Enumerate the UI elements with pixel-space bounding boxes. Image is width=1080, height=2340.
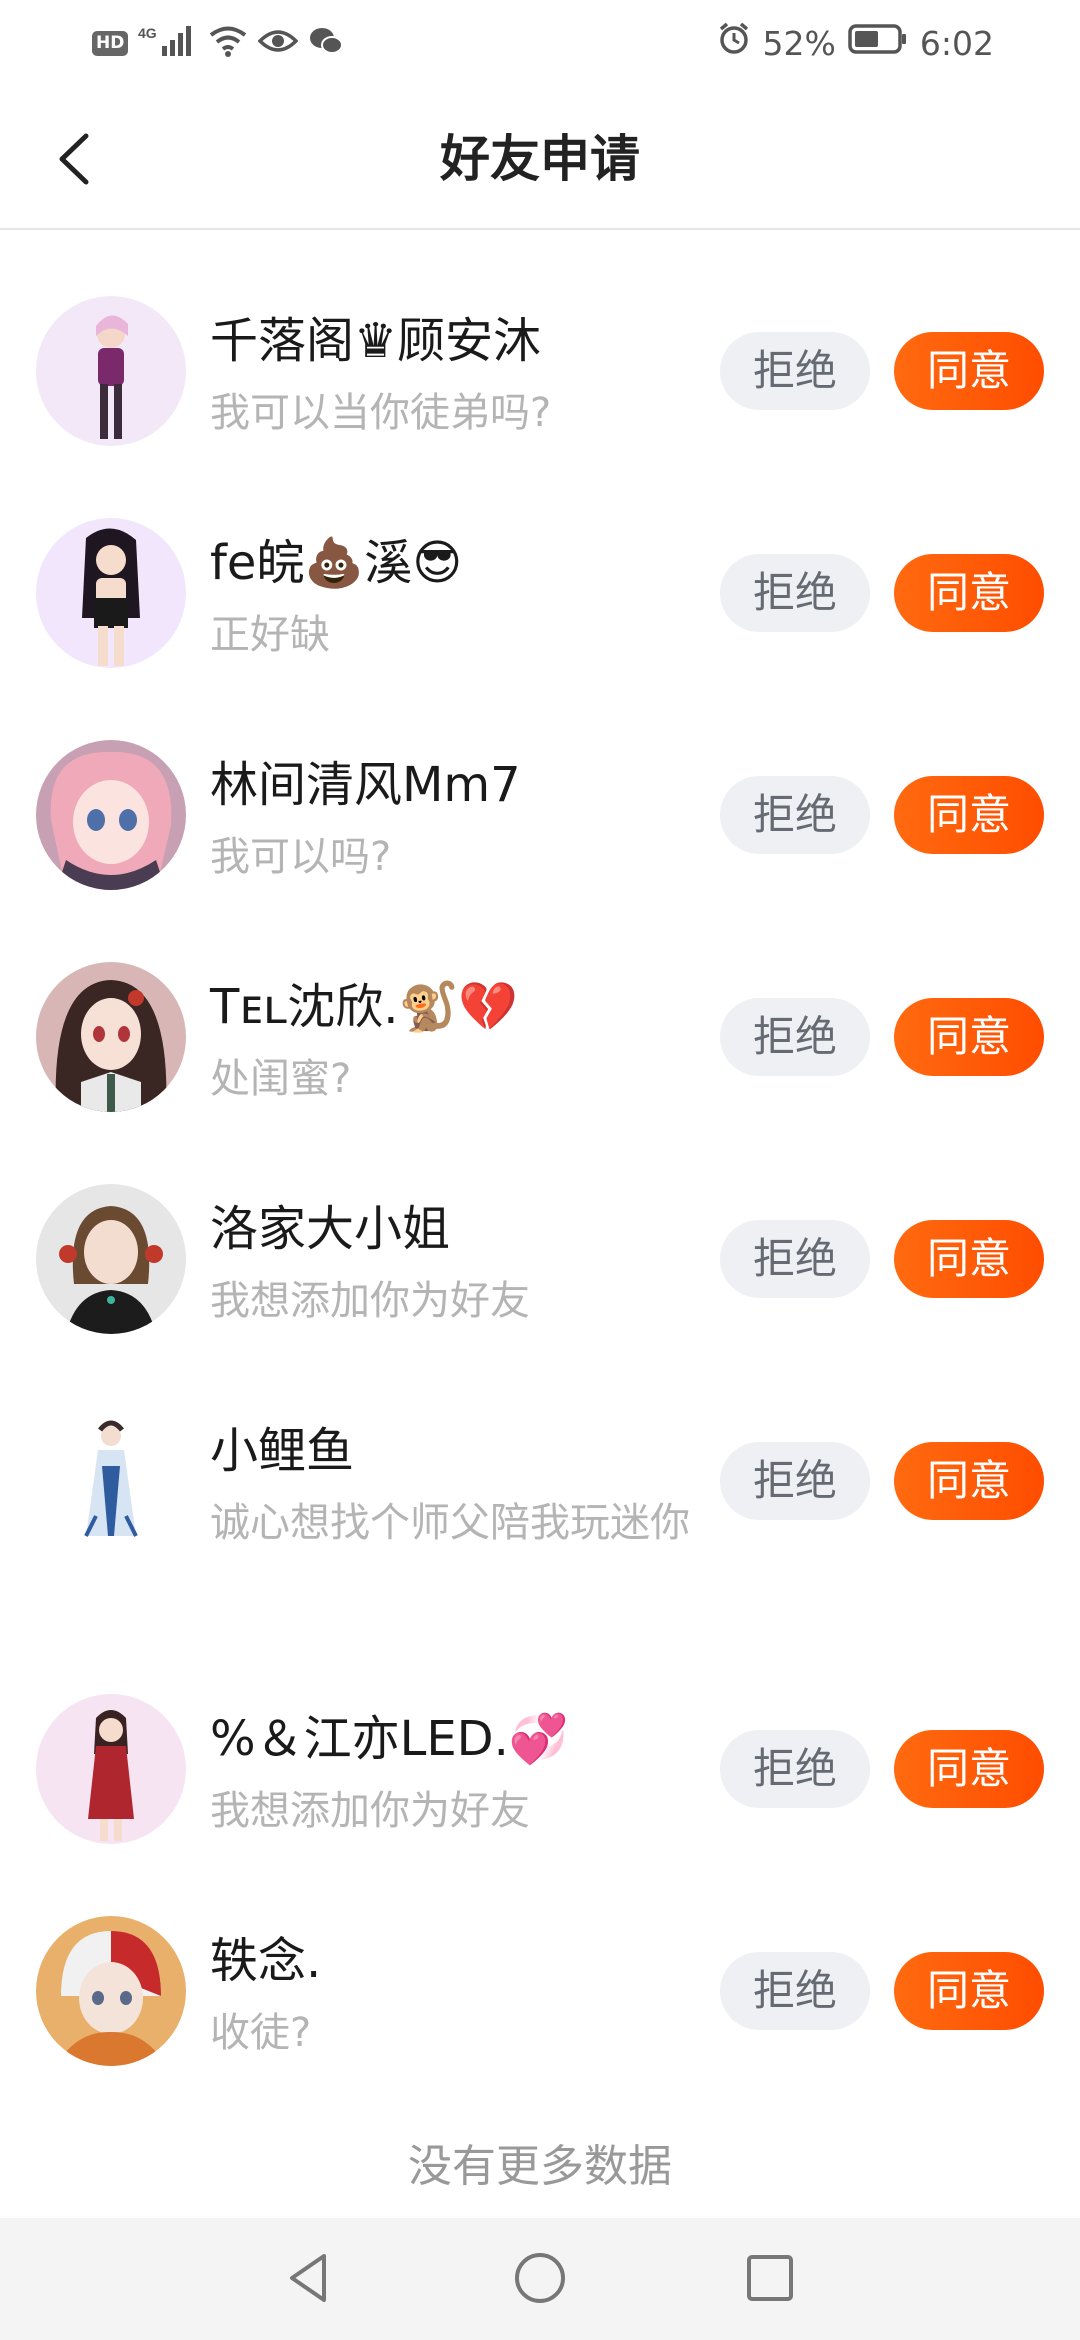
nav-recents-button[interactable] (740, 2248, 800, 2308)
requester-name: fe皖💩溪😎 (210, 535, 463, 591)
accept-button[interactable]: 同意 (894, 1952, 1044, 2030)
reject-button[interactable]: 拒绝 (720, 1442, 870, 1520)
request-message: 我可以吗? (210, 834, 392, 880)
avatar[interactable] (36, 962, 186, 1112)
requester-name: %＆江亦LED.💞 (210, 1711, 569, 1767)
page-title: 好友申请 (440, 130, 640, 188)
request-message: 我想添加你为好友 (210, 1788, 530, 1834)
accept-button[interactable]: 同意 (894, 1730, 1044, 1808)
no-more-data-label: 没有更多数据 (408, 2141, 672, 2192)
request-message: 我想添加你为好友 (210, 1278, 530, 1324)
reject-button[interactable]: 拒绝 (720, 554, 870, 632)
accept-button[interactable]: 同意 (894, 554, 1044, 632)
nav-back-button[interactable] (280, 2248, 340, 2308)
reject-button[interactable]: 拒绝 (720, 1220, 870, 1298)
request-message: 收徒? (210, 2010, 312, 2056)
status-right: 52% 6:02 (717, 22, 994, 64)
alarm-icon (717, 22, 751, 64)
avatar[interactable] (36, 518, 186, 668)
request-message: 正好缺 (210, 612, 330, 658)
reject-button[interactable]: 拒绝 (720, 332, 870, 410)
signal-icon: 4G (138, 24, 198, 62)
requester-name: Tᴇʟ沈欣.🐒💔 (210, 979, 518, 1035)
accept-button[interactable]: 同意 (894, 776, 1044, 854)
avatar[interactable] (36, 740, 186, 890)
nav-home-button[interactable] (510, 2248, 570, 2308)
accept-button[interactable]: 同意 (894, 1220, 1044, 1298)
requester-name: 小鲤鱼 (210, 1423, 355, 1479)
requester-name: 轶念. (210, 1933, 322, 1989)
home-circle-icon (515, 2253, 565, 2303)
reject-button[interactable]: 拒绝 (720, 1730, 870, 1808)
accept-button[interactable]: 同意 (894, 1442, 1044, 1520)
back-triangle-icon (290, 2254, 326, 2302)
battery-percent: 52% (762, 23, 836, 63)
wechat-icon (308, 26, 344, 60)
accept-button[interactable]: 同意 (894, 332, 1044, 410)
app-header: 好友申请 (0, 86, 1080, 230)
status-left: HD 4G (92, 22, 344, 64)
reject-button[interactable]: 拒绝 (720, 1952, 870, 2030)
reject-button[interactable]: 拒绝 (720, 998, 870, 1076)
svg-text:4G: 4G (138, 25, 157, 41)
request-message: 诚心想找个师父陪我玩迷你 (210, 1500, 690, 1546)
status-bar: HD 4G 52% 6:02 (0, 0, 1080, 86)
reject-button[interactable]: 拒绝 (720, 776, 870, 854)
system-nav-bar (0, 2218, 1080, 2340)
request-message: 我可以当你徒弟吗? (210, 390, 552, 436)
hd-icon: HD (92, 30, 129, 56)
requester-name: 林间清风Mm7 (210, 757, 521, 813)
requester-name: 千落阁♛顾安沐 (210, 313, 542, 369)
avatar[interactable] (36, 1694, 186, 1844)
request-message: 处闺蜜? (210, 1056, 352, 1102)
avatar[interactable] (36, 296, 186, 446)
avatar[interactable] (36, 1916, 186, 2066)
avatar[interactable] (36, 1406, 186, 1556)
recents-square-icon (747, 2255, 793, 2301)
wifi-icon (208, 25, 248, 61)
battery-icon (848, 23, 908, 63)
avatar[interactable] (36, 1184, 186, 1334)
requester-name: 洛家大小姐 (210, 1201, 451, 1257)
eye-icon (257, 27, 299, 59)
clock-time: 6:02 (919, 23, 994, 63)
accept-button[interactable]: 同意 (894, 998, 1044, 1076)
